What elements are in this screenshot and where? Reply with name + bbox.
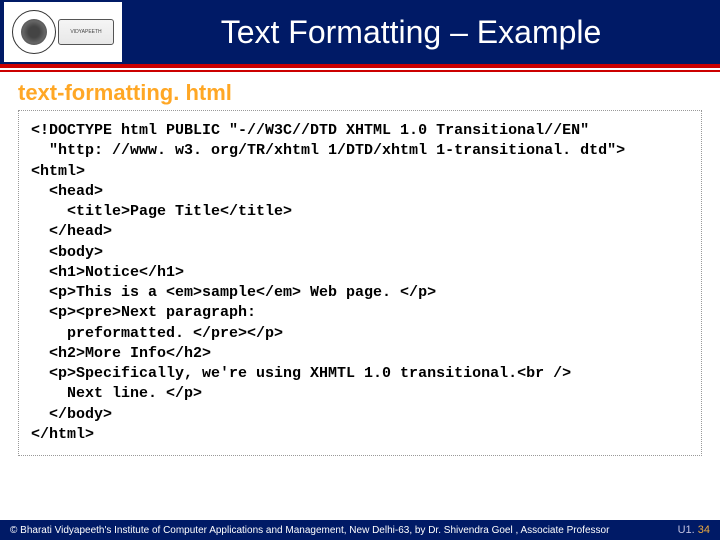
page-num: 34 [698, 524, 710, 536]
filename-label: text-formatting. html [0, 72, 720, 110]
code-content: <!DOCTYPE html PUBLIC "-//W3C//DTD XHTML… [31, 121, 689, 445]
logo-banner: VIDYAPEETH [58, 19, 114, 45]
slide-title: Text Formatting – Example [122, 14, 720, 51]
logo-emblem [12, 10, 56, 54]
gear-icon [21, 19, 47, 45]
copyright-text: © Bharati Vidyapeeth's Institute of Comp… [10, 525, 609, 536]
slide-footer: © Bharati Vidyapeeth's Institute of Comp… [0, 520, 720, 540]
page-number: U1. 34 [678, 524, 710, 536]
slide-header: VIDYAPEETH Text Formatting – Example [0, 0, 720, 68]
code-example-box: <!DOCTYPE html PUBLIC "-//W3C//DTD XHTML… [18, 110, 702, 456]
institution-logo: VIDYAPEETH [4, 2, 122, 62]
page-prefix: U1. [678, 524, 698, 536]
